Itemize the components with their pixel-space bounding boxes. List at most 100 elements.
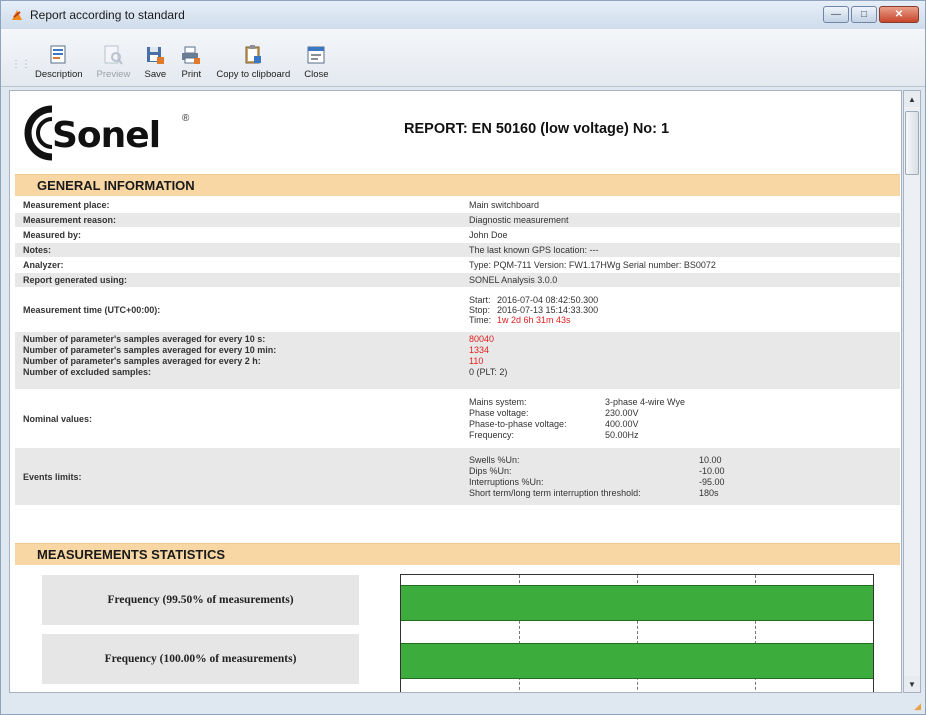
excluded-samples-value: 0 (PLT: 2)	[469, 367, 508, 377]
generated-using-value: SONEL Analysis 3.0.0	[469, 275, 558, 285]
swells-value: 10.00	[699, 454, 722, 465]
measurement-place-value: Main switchboard	[469, 200, 540, 210]
save-icon	[144, 44, 166, 66]
samples-labels: Number of parameter's samples averaged f…	[15, 332, 467, 389]
table-row: Notes: The last known GPS location: ---	[15, 243, 900, 258]
statistics-chart	[400, 574, 874, 692]
scroll-down-icon[interactable]: ▼	[904, 676, 920, 692]
sonel-logo: Sonel ®	[22, 105, 192, 161]
samples-values: 80040 1334 110 0 (PLT: 2)	[467, 332, 900, 389]
samples-10s-value: 80040	[469, 334, 495, 344]
report-header: Sonel ® REPORT: EN 50160 (low voltage) N…	[10, 91, 901, 171]
samples-10min-label: Number of parameter's samples averaged f…	[23, 345, 277, 355]
logo-registered-mark: ®	[182, 113, 190, 124]
events-limits-values: Swells %Un: 10.00 Dips %Un: -10.00 Interru…	[467, 453, 900, 501]
scroll-thumb[interactable]	[905, 111, 919, 175]
table-row: Events limits: Swells %Un: 10.00 Dips %Un…	[15, 448, 900, 506]
table-row: Measurement place: Main switchboard	[15, 198, 900, 213]
measurement-place-label: Measurement place:	[23, 200, 110, 210]
minimize-button[interactable]: —	[823, 6, 849, 23]
frequency-99-50-bar	[401, 585, 873, 621]
nominal-values-label: Nominal values:	[23, 413, 93, 424]
maximize-button[interactable]: □	[851, 6, 877, 23]
toolbar-grip[interactable]: ⋮⋮	[11, 50, 31, 80]
swells-key: Swells %Un:	[469, 454, 520, 465]
events-limits-label: Events limits:	[23, 471, 82, 482]
stat-row-label: Frequency (99.50% of measurements)	[42, 575, 359, 625]
interruptions-key: Interruptions %Un:	[469, 476, 544, 487]
print-icon	[180, 44, 202, 66]
resize-grip-icon[interactable]: ◢	[914, 701, 921, 712]
logo-text: Sonel	[52, 115, 161, 156]
measurement-statistics-heading: MEASUREMENTS STATISTICS	[15, 543, 900, 565]
scroll-up-icon[interactable]: ▲	[904, 91, 920, 107]
copy-clipboard-button[interactable]: Copy to clipboard	[216, 44, 290, 80]
copy-clipboard-label: Copy to clipboard	[216, 69, 291, 80]
generated-using-label: Report generated using:	[23, 275, 128, 285]
measurement-time-label: Measurement time (UTC+00:00):	[23, 304, 161, 315]
stat-row-label: Frequency (100.00% of measurements)	[42, 634, 359, 684]
table-row: Report generated using: SONEL Analysis 3…	[15, 273, 900, 288]
start-key: Start:	[469, 294, 491, 305]
interruption-threshold-key: Short term/long term interruption thresh…	[469, 487, 641, 498]
description-label: Description	[35, 69, 83, 80]
print-button[interactable]: Print	[180, 44, 202, 80]
preview-label: Preview	[96, 69, 131, 80]
close-report-button[interactable]: Close	[304, 44, 329, 80]
phase-to-phase-value: 400.00V	[605, 418, 639, 429]
stop-key: Stop:	[469, 304, 491, 315]
report-view[interactable]: Sonel ® REPORT: EN 50160 (low voltage) N…	[9, 90, 902, 693]
status-bar: ◢	[1, 696, 925, 714]
analyzer-label: Analyzer:	[23, 260, 64, 270]
dips-value: -10.00	[699, 465, 725, 476]
preview-icon	[102, 44, 124, 66]
samples-10min-value: 1334	[469, 345, 490, 355]
excluded-samples-label: Number of excluded samples:	[23, 367, 152, 377]
time-key: Time:	[469, 314, 492, 325]
stop-value: 2016-07-13 15:14:33.300	[497, 304, 599, 315]
table-row: Number of parameter's samples averaged f…	[15, 332, 900, 390]
preview-button[interactable]: Preview	[96, 44, 131, 80]
table-row: Nominal values: Mains system: 3-phase 4-w…	[15, 390, 900, 448]
window-title: Report according to standard	[30, 8, 185, 22]
notes-label: Notes:	[23, 245, 52, 255]
print-label: Print	[181, 69, 202, 80]
mains-system-value: 3-phase 4-wire Wye	[605, 396, 685, 407]
save-button[interactable]: Save	[144, 44, 166, 80]
description-button[interactable]: Description	[35, 44, 83, 80]
toolbar: ⋮⋮ Description Preview Save Print Copy t…	[1, 29, 925, 87]
phase-to-phase-key: Phase-to-phase voltage:	[469, 418, 567, 429]
analyzer-value: Type: PQM-711 Version: FW1.17HWg Serial …	[469, 260, 716, 270]
start-value: 2016-07-04 08:42:50.300	[497, 294, 599, 305]
report-window: Report according to standard — □ ✕ ⋮⋮ De…	[0, 0, 926, 715]
measured-by-label: Measured by:	[23, 230, 82, 240]
vertical-scrollbar[interactable]: ▲ ▼	[903, 90, 921, 693]
measurement-reason-label: Measurement reason:	[23, 215, 117, 225]
report-title: REPORT: EN 50160 (low voltage) No: 1	[404, 121, 670, 137]
table-row: Measurement time (UTC+00:00): Start: 2016…	[15, 288, 900, 332]
dips-key: Dips %Un:	[469, 465, 512, 476]
save-label: Save	[144, 69, 167, 80]
close-report-icon	[305, 44, 327, 66]
notes-value: The last known GPS location: ---	[469, 245, 599, 255]
general-info-heading: GENERAL INFORMATION	[15, 174, 900, 196]
measured-by-value: John Doe	[469, 230, 508, 240]
measurement-reason-value: Diagnostic measurement	[469, 215, 569, 225]
table-row: Measurement reason: Diagnostic measureme…	[15, 213, 900, 228]
interruptions-value: -95.00	[699, 476, 725, 487]
general-info-table: Measurement place: Main switchboard Meas…	[15, 198, 900, 506]
title-bar: Report according to standard — □ ✕	[1, 1, 925, 29]
frequency-value: 50.00Hz	[605, 429, 639, 440]
samples-2h-value: 110	[469, 356, 484, 366]
mains-system-key: Mains system:	[469, 396, 527, 407]
window-controls: — □ ✕	[823, 6, 919, 23]
samples-2h-label: Number of parameter's samples averaged f…	[23, 356, 261, 366]
frequency-key: Frequency:	[469, 429, 515, 440]
frequency-100-bar	[401, 643, 873, 679]
time-value: 1w 2d 6h 31m 43s	[497, 314, 571, 325]
phase-voltage-value: 230.00V	[605, 407, 639, 418]
app-icon	[10, 8, 24, 22]
close-window-button[interactable]: ✕	[879, 6, 919, 23]
phase-voltage-key: Phase voltage:	[469, 407, 529, 418]
table-row: Measured by: John Doe	[15, 228, 900, 243]
